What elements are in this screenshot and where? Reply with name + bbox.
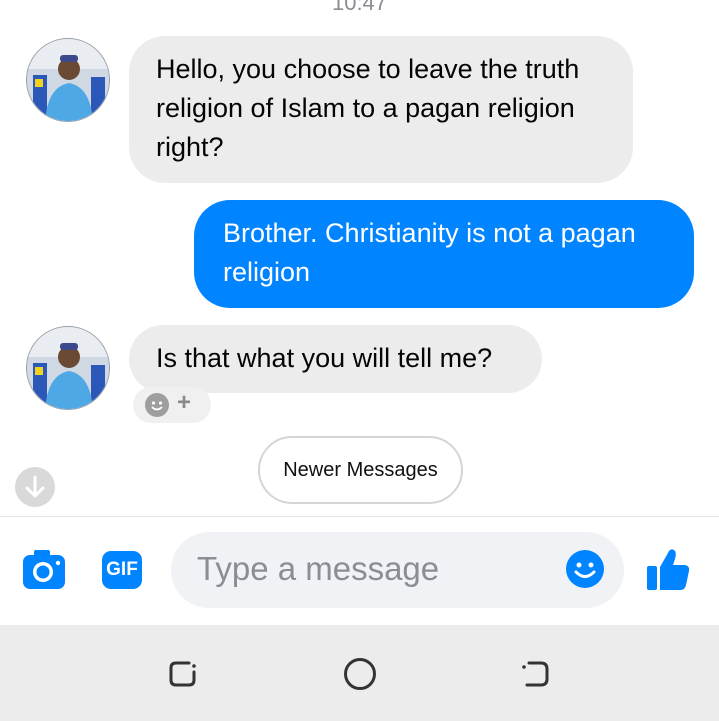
back-icon[interactable] bbox=[519, 658, 551, 690]
message-text: Hello, you choose to leave the truth rel… bbox=[156, 54, 580, 162]
emoji-icon[interactable] bbox=[565, 549, 605, 589]
message-text: Brother. Christianity is not a pagan rel… bbox=[223, 218, 636, 287]
gif-icon[interactable]: GIF bbox=[102, 551, 142, 589]
scroll-to-bottom-button[interactable] bbox=[15, 467, 55, 507]
smiley-icon bbox=[145, 393, 169, 417]
camera-icon[interactable] bbox=[22, 549, 66, 591]
recent-apps-icon[interactable] bbox=[167, 658, 199, 690]
message-bubble[interactable]: Is that what you will tell me? bbox=[129, 325, 542, 393]
avatar[interactable] bbox=[26, 38, 110, 122]
message-input-placeholder: Type a message bbox=[197, 550, 440, 587]
system-navigation-bar bbox=[0, 625, 719, 721]
home-icon[interactable] bbox=[343, 657, 377, 691]
message-text: Is that what you will tell me? bbox=[156, 343, 493, 373]
add-reaction-button[interactable]: + bbox=[133, 387, 211, 423]
composer-divider bbox=[0, 516, 719, 517]
plus-icon: + bbox=[177, 389, 192, 416]
avatar-photo-icon bbox=[27, 39, 109, 121]
arrow-down-icon bbox=[25, 475, 45, 498]
gif-label: GIF bbox=[106, 559, 138, 580]
message-bubble[interactable]: Hello, you choose to leave the truth rel… bbox=[129, 36, 633, 183]
newer-messages-button[interactable]: Newer Messages bbox=[258, 436, 463, 504]
avatar[interactable] bbox=[26, 326, 110, 410]
message-bubble[interactable]: Brother. Christianity is not a pagan rel… bbox=[194, 200, 694, 308]
status-time-partial: 10:47 bbox=[331, 0, 388, 15]
avatar-photo-icon bbox=[27, 327, 109, 409]
thumbs-up-icon[interactable] bbox=[646, 547, 690, 591]
message-input[interactable]: Type a message bbox=[171, 532, 624, 608]
